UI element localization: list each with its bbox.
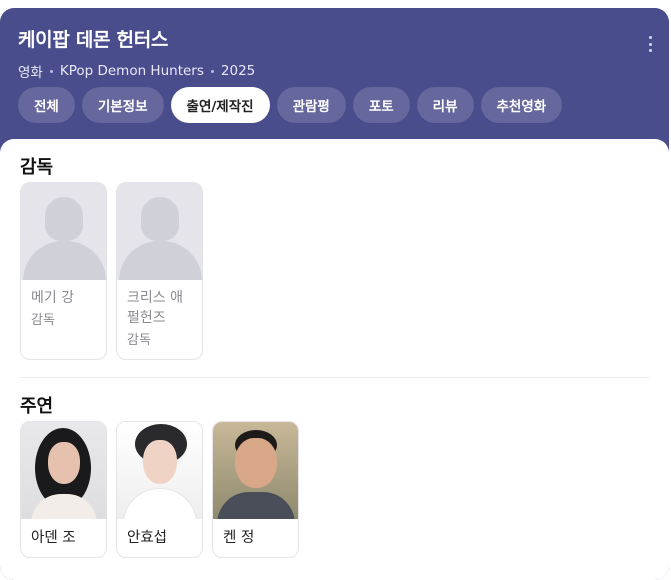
person-role: 감독 bbox=[127, 333, 151, 348]
separator-dot bbox=[49, 69, 53, 73]
person-name: 켄 정 bbox=[223, 530, 255, 546]
tab-all[interactable]: 전체 bbox=[18, 87, 75, 123]
tab-photos[interactable]: 포토 bbox=[352, 87, 410, 123]
cast-crew-panel: 감독 메기 강 감독 크리스 애펄헌즈 감독 주연 아덴 조 안효섭 켄 정 bbox=[0, 139, 669, 580]
tab-reviews-rating[interactable]: 관람평 bbox=[276, 87, 346, 123]
director-card[interactable]: 메기 강 감독 bbox=[20, 182, 107, 360]
person-name: 크리스 애펄헌즈 bbox=[127, 290, 183, 326]
directors-list: 메기 강 감독 크리스 애펄헌즈 감독 bbox=[20, 182, 649, 360]
person-name: 안효섭 bbox=[127, 530, 168, 546]
person-role: 감독 bbox=[31, 313, 55, 328]
meta-original-title: KPop Demon Hunters bbox=[59, 63, 204, 79]
tab-bar: 전체 기본정보 출연/제작진 관람평 포토 리뷰 추천영화 bbox=[18, 87, 569, 123]
separator-dot bbox=[210, 69, 214, 73]
tab-recommended[interactable]: 추천영화 bbox=[480, 87, 563, 123]
cast-card[interactable]: 켄 정 bbox=[212, 421, 299, 558]
placeholder-silhouette-icon bbox=[21, 183, 106, 280]
meta-year: 2025 bbox=[220, 63, 256, 79]
directors-heading: 감독 bbox=[20, 157, 54, 178]
director-card[interactable]: 크리스 애펄헌즈 감독 bbox=[116, 182, 203, 360]
cast-heading: 주연 bbox=[20, 396, 54, 417]
section-divider bbox=[20, 377, 649, 378]
cast-card[interactable]: 안효섭 bbox=[116, 421, 203, 558]
cast-list: 아덴 조 안효섭 켄 정 bbox=[20, 421, 649, 558]
movie-header: 케이팝 데몬 헌터스 영화 KPop Demon Hunters 2025 전체… bbox=[0, 8, 669, 140]
more-options-icon[interactable] bbox=[647, 36, 653, 52]
actor-photo bbox=[21, 422, 106, 519]
actor-photo bbox=[117, 422, 202, 519]
placeholder-silhouette-icon bbox=[117, 183, 202, 280]
movie-meta: 영화 KPop Demon Hunters 2025 bbox=[18, 61, 651, 81]
person-name: 메기 강 bbox=[31, 290, 75, 306]
movie-title[interactable]: 케이팝 데몬 헌터스 bbox=[18, 28, 651, 52]
tab-basic-info[interactable]: 기본정보 bbox=[81, 87, 164, 123]
tab-cast-crew[interactable]: 출연/제작진 bbox=[170, 87, 270, 123]
person-name: 아덴 조 bbox=[31, 530, 76, 546]
movie-info-card: 케이팝 데몬 헌터스 영화 KPop Demon Hunters 2025 전체… bbox=[0, 8, 669, 580]
tab-reviews[interactable]: 리뷰 bbox=[416, 87, 474, 123]
meta-type: 영화 bbox=[18, 65, 43, 81]
actor-photo bbox=[213, 422, 298, 519]
cast-card[interactable]: 아덴 조 bbox=[20, 421, 107, 558]
